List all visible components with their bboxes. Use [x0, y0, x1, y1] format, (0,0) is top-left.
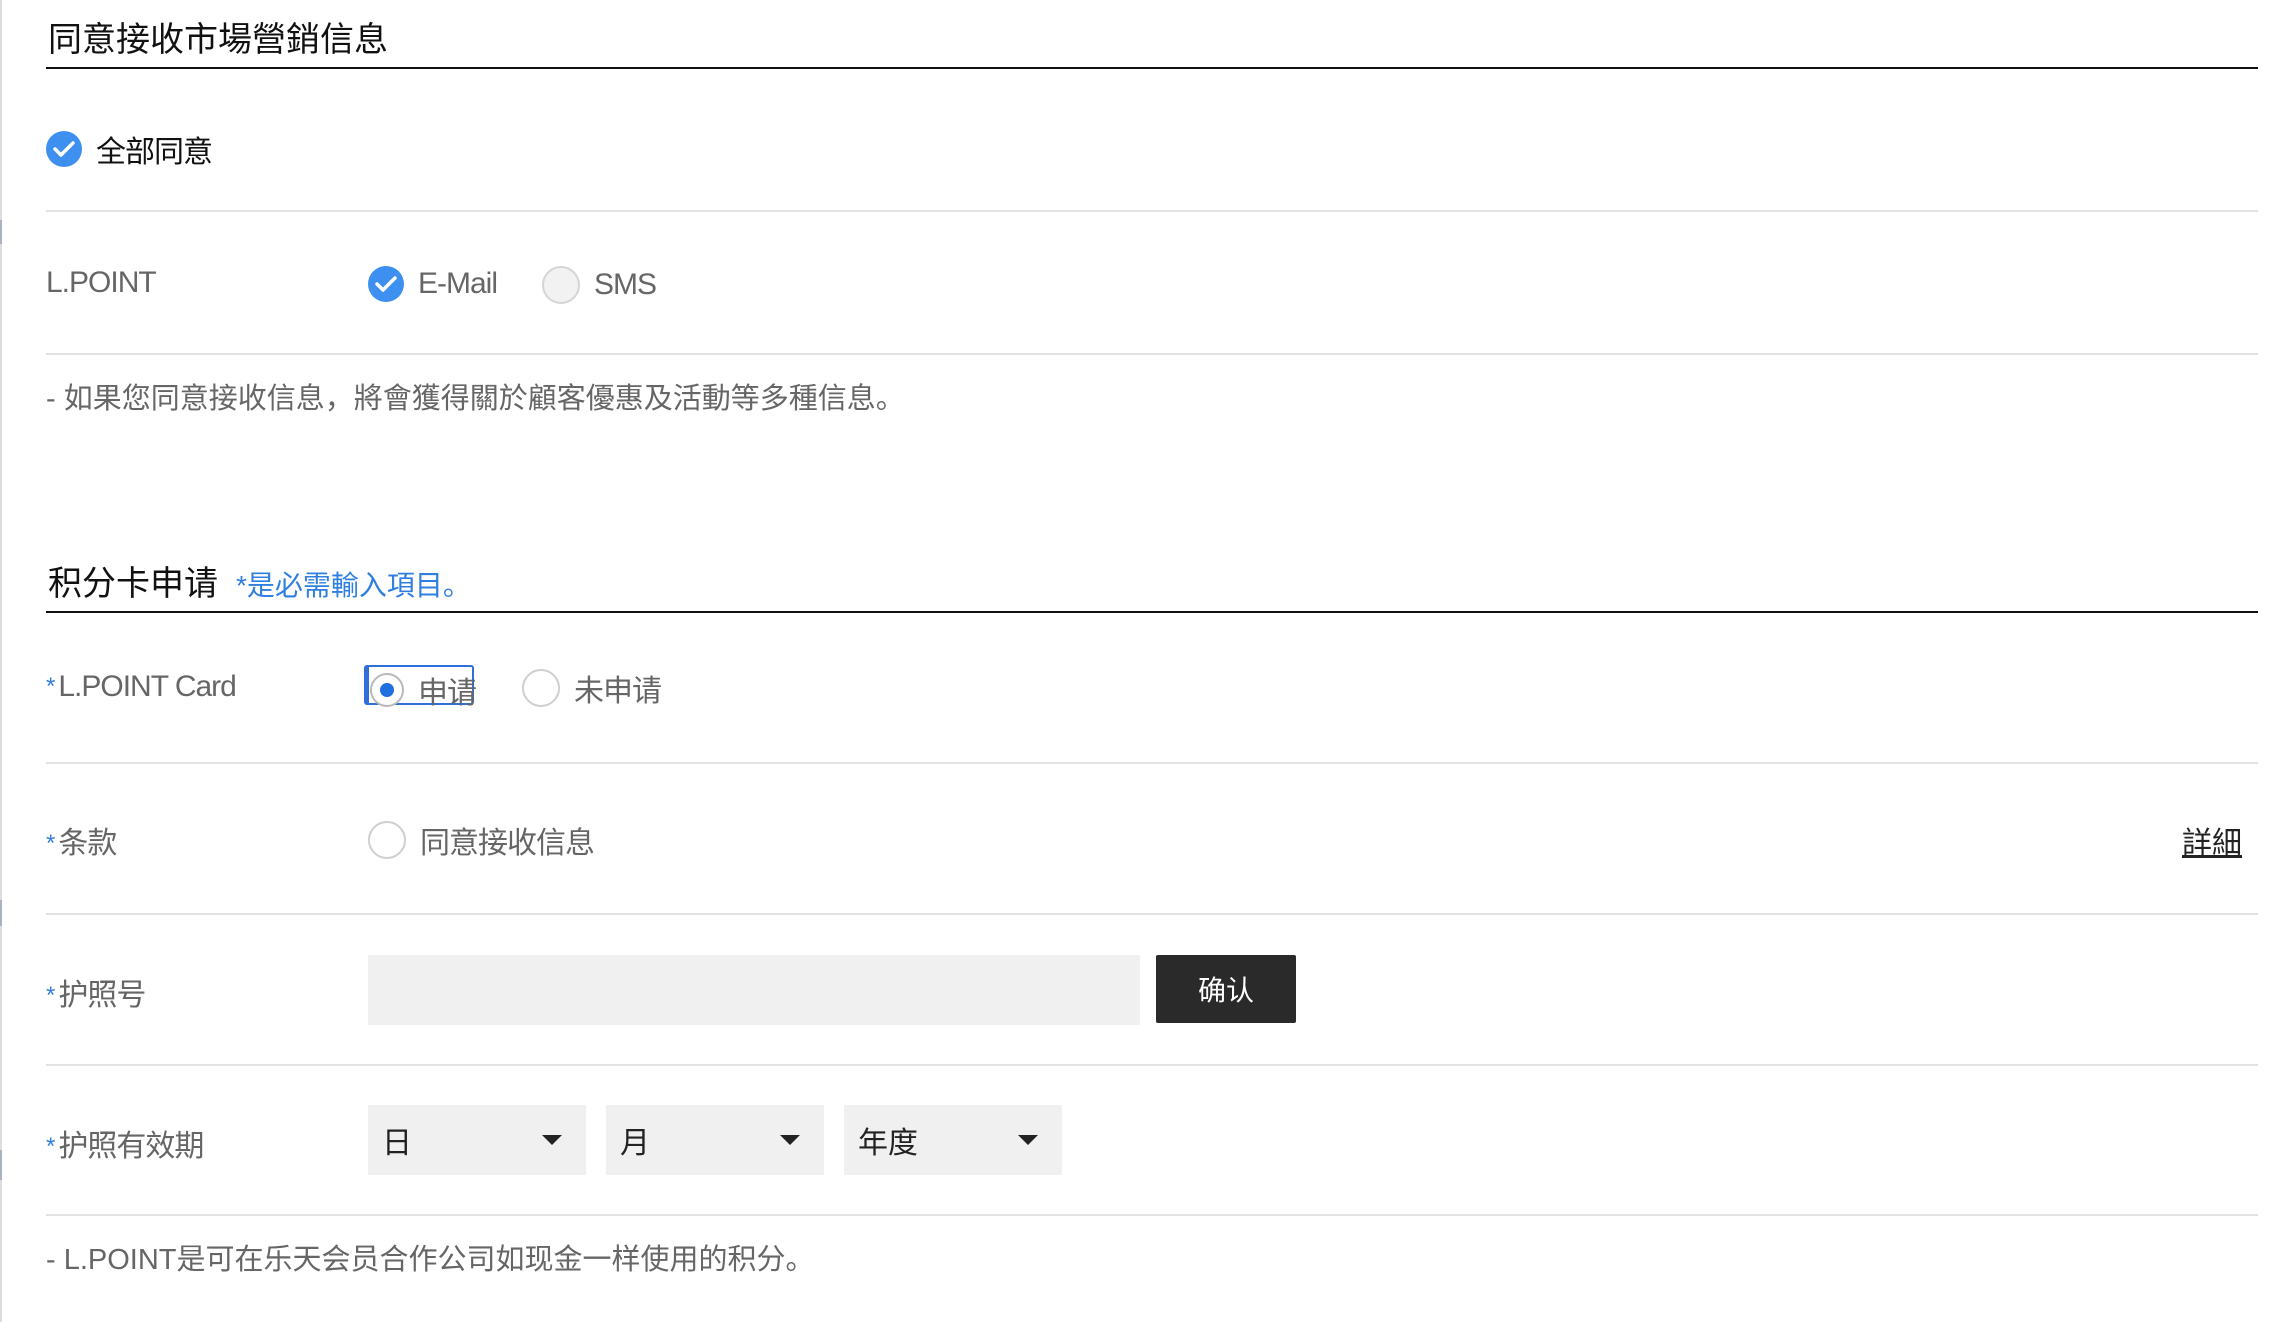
- required-star: *: [46, 982, 55, 1009]
- chevron-down-icon: [542, 1135, 562, 1145]
- agree-all-checkbox[interactable]: 全部同意: [46, 127, 213, 171]
- radio-selected-icon: [370, 673, 404, 707]
- card-title-rule: [46, 611, 2258, 613]
- terms-agree-label: 同意接收信息: [420, 827, 595, 860]
- month-select-value: 月: [620, 1127, 650, 1160]
- marketing-note: - 如果您同意接收信息，將會獲得關於顧客優惠及活動等多種信息。: [46, 383, 905, 415]
- required-star: *: [46, 830, 55, 857]
- day-select-value: 日: [382, 1127, 412, 1160]
- divider: [46, 762, 2258, 764]
- sms-checkbox[interactable]: SMS: [542, 266, 657, 304]
- agree-all-label: 全部同意: [96, 136, 213, 169]
- required-star: *: [46, 1133, 55, 1160]
- expiry-label: * 护照有效期: [46, 1121, 204, 1165]
- passport-label: * 护照号: [46, 970, 146, 1014]
- chevron-down-icon: [780, 1135, 800, 1145]
- year-select-value: 年度: [858, 1127, 918, 1160]
- card-title-text: 积分卡申请: [48, 565, 218, 603]
- check-icon: [46, 131, 82, 167]
- passport-input[interactable]: [368, 955, 1140, 1025]
- radio-empty-icon: [522, 669, 560, 707]
- divider: [46, 353, 2258, 355]
- month-select[interactable]: 月: [606, 1105, 824, 1175]
- check-icon: [368, 266, 404, 302]
- sms-label: SMS: [594, 268, 657, 301]
- email-label: E-Mail: [418, 267, 498, 300]
- not-apply-radio[interactable]: 未申请: [522, 666, 662, 710]
- lpoint-card-label: * L.POINT Card: [46, 670, 237, 704]
- marketing-section-title: 同意接收市場營銷信息: [48, 21, 388, 59]
- apply-radio[interactable]: 申请: [370, 668, 477, 712]
- divider: [46, 913, 2258, 915]
- day-select[interactable]: 日: [368, 1105, 586, 1175]
- year-select[interactable]: 年度: [844, 1105, 1062, 1175]
- lpoint-card-text: L.POINT Card: [58, 670, 237, 703]
- card-section-title: 积分卡申请 *是必需輸入項目。: [48, 556, 471, 605]
- expiry-text: 护照有效期: [58, 1130, 204, 1163]
- required-star: *: [46, 673, 55, 700]
- unchecked-circle-icon: [542, 266, 580, 304]
- required-note: *是必需輸入項目。: [236, 570, 471, 601]
- divider: [46, 1064, 2258, 1066]
- email-checkbox[interactable]: E-Mail: [368, 266, 498, 302]
- lpoint-label: L.POINT: [46, 266, 157, 299]
- not-apply-label: 未申请: [574, 675, 662, 708]
- window-edge: [0, 0, 2, 1322]
- passport-text: 护照号: [58, 979, 146, 1012]
- confirm-button[interactable]: 确认: [1156, 955, 1296, 1023]
- divider: [46, 1214, 2258, 1216]
- terms-agree-radio[interactable]: 同意接收信息: [368, 818, 595, 862]
- terms-text: 条款: [58, 827, 117, 860]
- terms-detail-link[interactable]: 詳細: [2182, 818, 2242, 862]
- divider: [46, 210, 2258, 212]
- chevron-down-icon: [1018, 1135, 1038, 1145]
- apply-label: 申请: [418, 677, 477, 710]
- lpoint-footer-note: - L.POINT是可在乐天会员合作公司如现金一样使用的积分。: [46, 1244, 815, 1276]
- terms-label: * 条款: [46, 818, 117, 862]
- radio-empty-icon: [368, 821, 406, 859]
- marketing-title-rule: [46, 67, 2258, 69]
